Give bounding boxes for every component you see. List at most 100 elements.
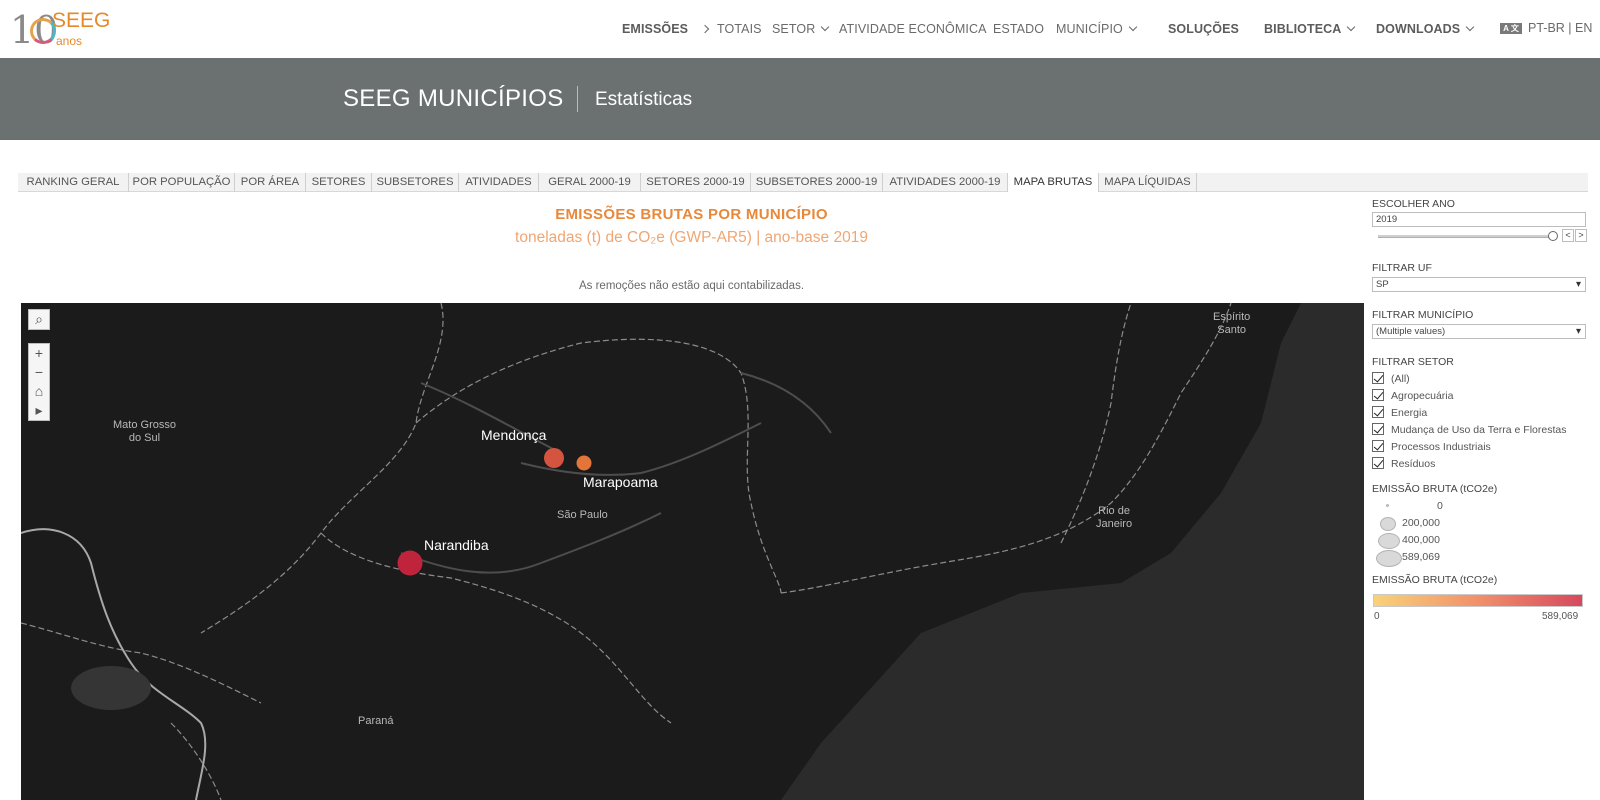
checkbox-checked-icon[interactable] [1372,423,1384,435]
region-label-pr: Paraná [358,715,394,727]
nav-atividade-economica[interactable]: ATIVIDADE ECONÔMICA [839,22,987,36]
tab-atividades-2000-19[interactable]: ATIVIDADES 2000-19 [883,173,1008,192]
tab-mapa-liquidas[interactable]: MAPA LÍQUIDAS [1099,173,1197,192]
setor-option-mudanca-uso-terra[interactable]: Mudança de Uso da Terra e Florestas [1372,423,1566,437]
map-zoom-controls: + − ⌂ ▸ [28,343,50,421]
setor-option-label: Mudança de Uso da Terra e Florestas [1391,424,1567,436]
tab-setores-2000-19[interactable]: SETORES 2000-19 [641,173,751,192]
nav-biblioteca-label: BIBLIOTECA [1264,22,1342,36]
setor-option-agropecuaria[interactable]: Agropecuária [1372,389,1453,403]
size-legend-value: 200,000 [1402,517,1440,529]
dashboard-tabs: RANKING GERAL POR POPULAÇÃO POR ÁREA SET… [18,173,1588,192]
label-mendonca: Mendonça [481,427,547,443]
logo-seeg: SEEG [52,9,111,32]
home-icon[interactable]: ⌂ [29,382,49,401]
region-label-rj: Rio de Janeiro [1096,505,1133,530]
setor-option-energia[interactable]: Energia [1372,406,1427,420]
logo-anos: anos [56,34,83,48]
tab-por-populacao[interactable]: POR POPULAÇÃO [129,173,235,192]
year-slider-track[interactable] [1378,235,1554,238]
setor-option-all[interactable]: (All) [1372,372,1410,386]
nav-downloads-label: DOWNLOADS [1376,22,1461,36]
tab-setores[interactable]: SETORES [306,173,372,192]
year-slider-handle[interactable] [1548,231,1558,241]
lang-en[interactable]: EN [1575,21,1592,35]
chevron-down-icon [1465,22,1475,32]
nav-municipio[interactable]: MUNICÍPIO [1056,22,1138,36]
setor-option-label: Energia [1391,407,1428,419]
map-subtitle: toneladas (t) de CO₂e (GWP-AR5) | ano-ba… [515,229,868,246]
label-narandiba: Narandiba [424,537,489,553]
seeg-10-anos-logo[interactable]: 10 SEEG anos [10,8,111,51]
tab-por-area[interactable]: POR ÁREA [235,173,306,192]
nav-setor-label: SETOR [772,22,816,36]
top-navigation: 10 SEEG anos EMISSÕES TOTAIS SETOR ATIVI… [0,0,1600,58]
nav-municipio-label: MUNICÍPIO [1056,22,1123,36]
nav-emissoes[interactable]: EMISSÕES [622,22,710,36]
year-prev-button[interactable]: < [1562,229,1574,242]
lang-pt-br[interactable]: PT-BR [1528,21,1565,35]
chevron-right-icon [700,24,710,34]
language-switcher: A 文 PT-BR | EN [1500,21,1592,35]
nav-biblioteca[interactable]: BIBLIOTECA [1264,22,1356,36]
map-note: As remoções não estão aqui contabilizada… [578,280,805,292]
translate-icon: A 文 [1500,23,1522,34]
setor-filter-label: FILTRAR SETOR [1372,356,1454,368]
color-legend-min: 0 [1374,611,1380,622]
chevron-down-icon [1128,22,1138,32]
size-legend-value: 0 [1437,500,1443,512]
zoom-in-icon[interactable]: + [29,344,49,363]
municipio-filter-label: FILTRAR MUNICÍPIO [1372,309,1474,321]
nav-totais[interactable]: TOTAIS [717,22,762,36]
color-legend-max: 589,069 [1542,611,1579,622]
checkbox-checked-icon[interactable] [1372,440,1384,452]
size-legend-circle [1376,550,1402,567]
map-search-control[interactable]: ⌕ [28,309,50,330]
title-divider [577,86,578,112]
region-label-sp: São Paulo [557,509,608,521]
zoom-out-icon[interactable]: − [29,363,49,382]
uf-filter-value: SP [1376,279,1389,290]
nav-downloads[interactable]: DOWNLOADS [1376,22,1475,36]
setor-option-label: Resíduos [1391,458,1436,470]
tab-ranking-geral[interactable]: RANKING GERAL [18,173,129,192]
play-icon[interactable]: ▸ [29,401,49,420]
setor-option-processos-industriais[interactable]: Processos Industriais [1372,440,1491,454]
nav-setor[interactable]: SETOR [772,22,830,36]
checkbox-checked-icon[interactable] [1372,457,1384,469]
tab-subsetores[interactable]: SUBSETORES [372,173,459,192]
year-input[interactable]: 2019 [1372,212,1586,227]
size-legend-value: 589,069 [1402,551,1440,563]
checkbox-checked-icon[interactable] [1372,372,1384,384]
checkbox-checked-icon[interactable] [1372,406,1384,418]
emissions-map[interactable]: ⌕ + − ⌂ ▸ Mato Grosso do Sul São Paulo Pa… [21,303,1364,800]
label-marapoama: Marapoama [583,474,658,490]
region-label-es: Espírito Santo [1213,311,1251,336]
size-legend-title: EMISSÃO BRUTA (tCO2e) [1372,483,1498,495]
region-label-ms: Mato Grosso do Sul [113,419,176,444]
tab-geral-2000-19[interactable]: GERAL 2000-19 [539,173,641,192]
page-subtitle: Estatísticas [595,89,693,110]
municipio-filter-select[interactable]: (Multiple values) [1372,324,1586,339]
nav-estado[interactable]: ESTADO [993,22,1044,36]
lang-separator: | [1568,21,1572,35]
size-legend-circle [1380,517,1396,531]
setor-option-residuos[interactable]: Resíduos [1372,457,1435,471]
tab-atividades[interactable]: ATIVIDADES [459,173,539,192]
lake [71,666,151,710]
size-legend-circle [1378,533,1400,549]
year-label: ESCOLHER ANO [1372,198,1455,210]
uf-filter-select[interactable]: SP [1372,277,1586,292]
year-next-button[interactable]: > [1575,229,1587,242]
tab-mapa-brutas[interactable]: MAPA BRUTAS [1008,173,1099,192]
setor-option-label: (All) [1391,373,1410,385]
page-banner: SEEG MUNICÍPIOS Estatísticas [0,58,1600,140]
color-legend-title: EMISSÃO BRUTA (tCO2e) [1372,574,1498,586]
search-icon[interactable]: ⌕ [29,310,49,329]
uf-filter-label: FILTRAR UF [1372,262,1432,274]
tab-subsetores-2000-19[interactable]: SUBSETORES 2000-19 [751,173,883,192]
nav-solucoes[interactable]: SOLUÇÕES [1168,22,1239,36]
checkbox-checked-icon[interactable] [1372,389,1384,401]
setor-option-label: Agropecuária [1391,390,1454,402]
municipio-filter-value: (Multiple values) [1376,326,1446,337]
